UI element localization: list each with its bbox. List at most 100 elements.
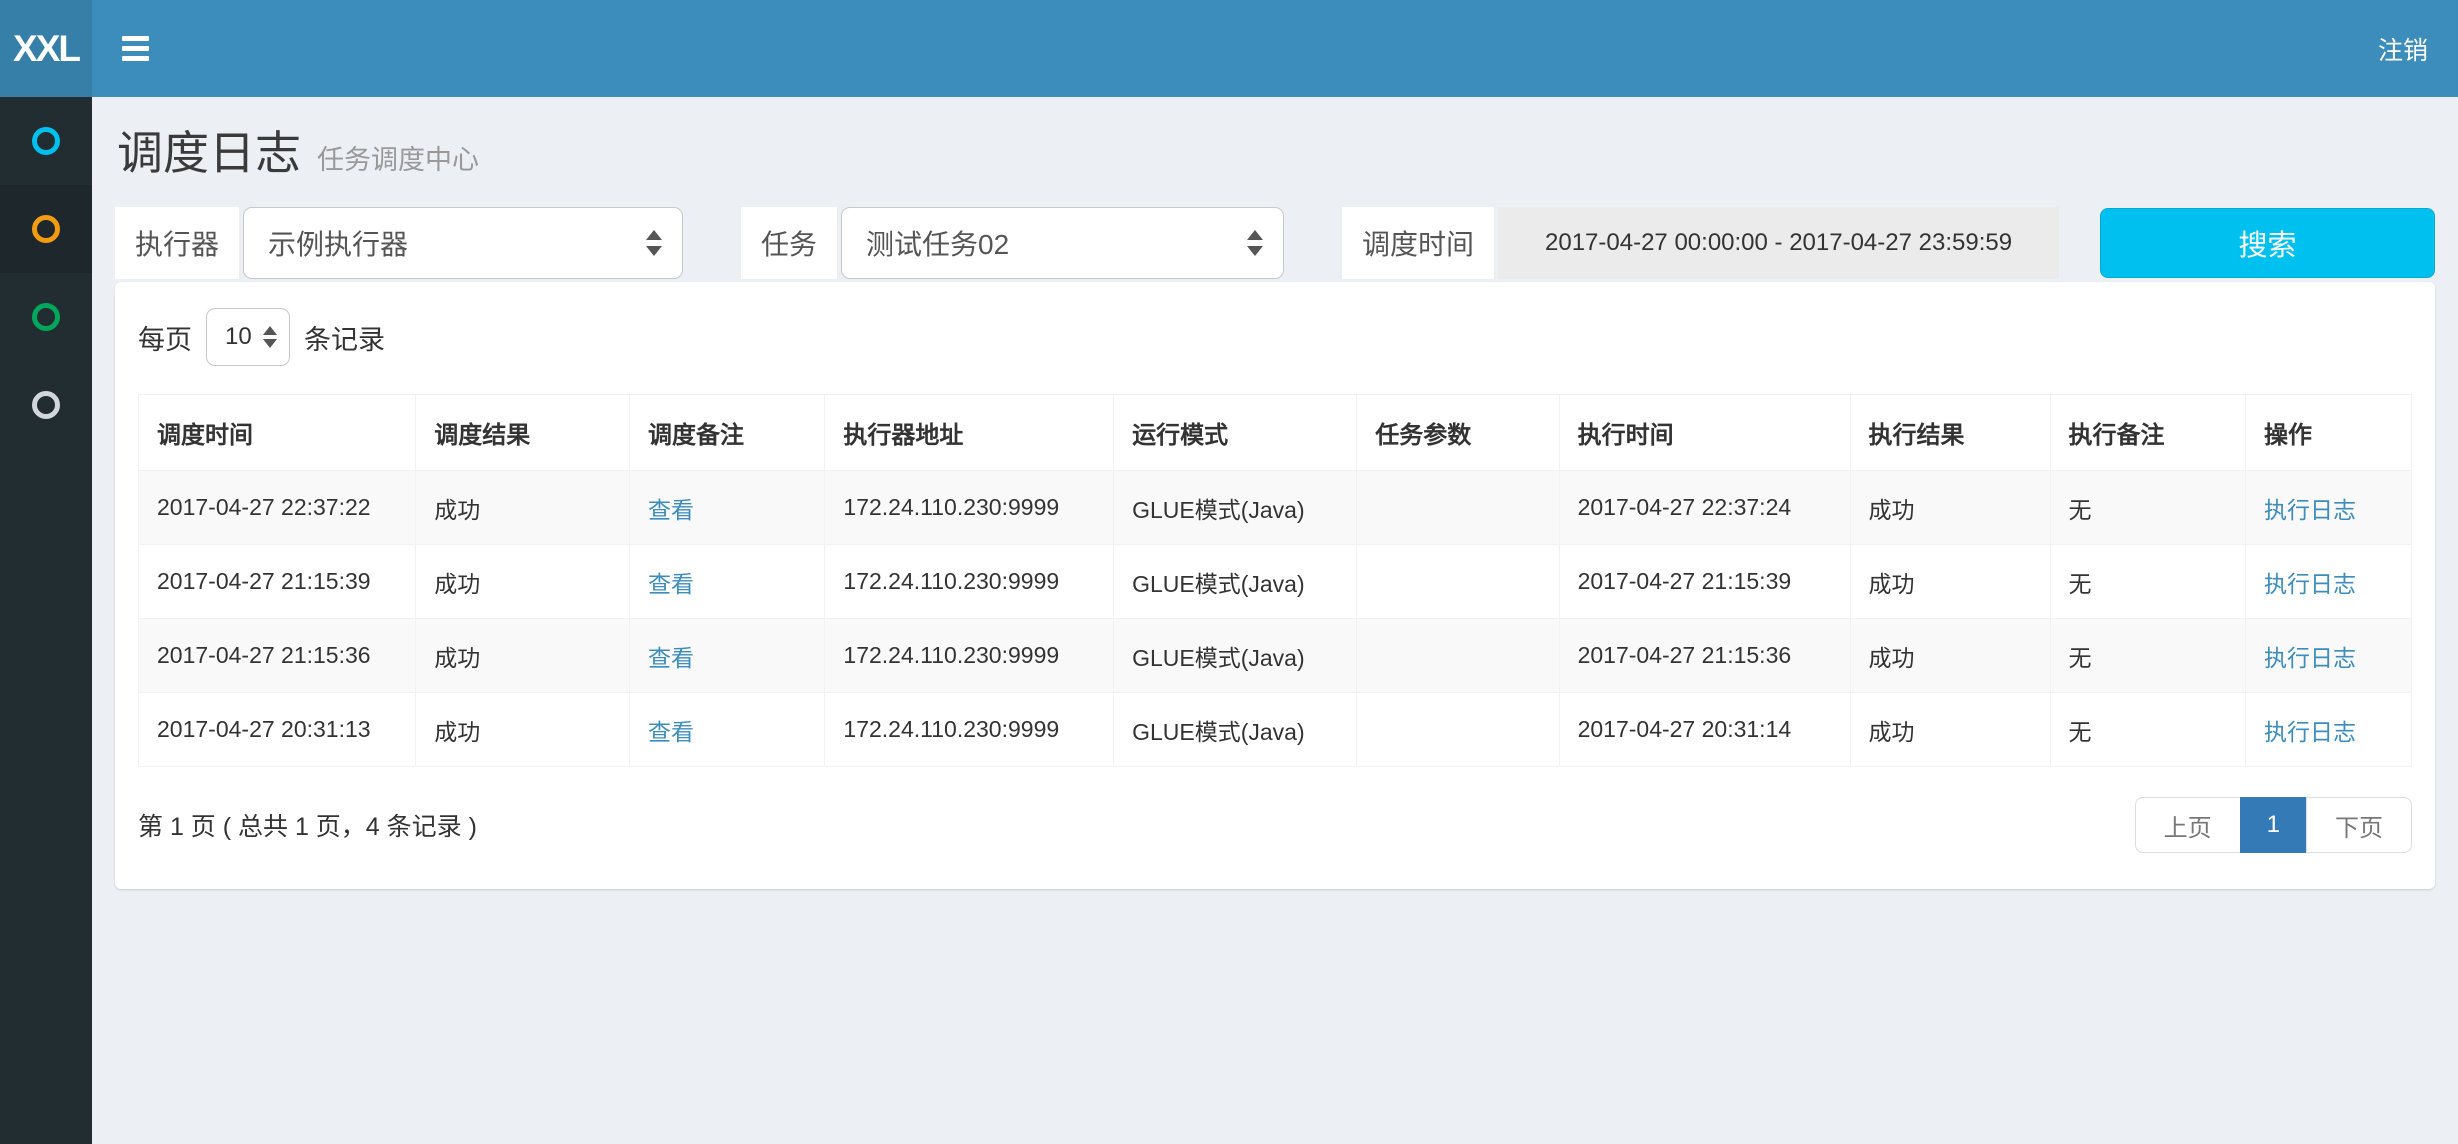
hamburger-icon (122, 36, 149, 41)
col-job-param: 任务参数 (1357, 395, 1559, 471)
current-page-button[interactable]: 1 (2240, 797, 2307, 853)
prev-page-button[interactable]: 上页 (2135, 797, 2241, 853)
sidebar-item-3[interactable] (0, 273, 92, 361)
col-handle-time: 执行时间 (1559, 395, 1850, 471)
table-row: 2017-04-27 21:15:36 成功 查看 172.24.110.230… (139, 619, 2412, 693)
cell-executor-address: 172.24.110.230:9999 (825, 471, 1114, 545)
log-panel: 每页 10 条记录 调度时间 调度结果 (115, 282, 2435, 889)
cell-handle-msg: 无 (2050, 619, 2245, 693)
cell-trigger-time: 2017-04-27 20:31:13 (139, 693, 416, 767)
sidebar-item-1[interactable] (0, 97, 92, 185)
cell-handle-msg: 无 (2050, 471, 2245, 545)
col-trigger-time: 调度时间 (139, 395, 416, 471)
cell-handle-time: 2017-04-27 20:31:14 (1559, 693, 1850, 767)
table-header-row: 调度时间 调度结果 调度备注 执行器地址 运行模式 任务参数 执行时间 执行结果… (139, 395, 2412, 471)
col-handle-result: 执行结果 (1850, 395, 2050, 471)
exec-log-link[interactable]: 执行日志 (2264, 645, 2356, 671)
table-row: 2017-04-27 21:15:39 成功 查看 172.24.110.230… (139, 545, 2412, 619)
filter-toolbar: 执行器 示例执行器 任务 测试任务02 调度时间 搜索 (115, 207, 2435, 279)
exec-log-link[interactable]: 执行日志 (2264, 719, 2356, 745)
col-trigger-result: 调度结果 (416, 395, 630, 471)
col-executor-address: 执行器地址 (825, 395, 1114, 471)
job-filter-label: 任务 (741, 207, 837, 279)
table-row: 2017-04-27 20:31:13 成功 查看 172.24.110.230… (139, 693, 2412, 767)
exec-log-link[interactable]: 执行日志 (2264, 497, 2356, 523)
search-button[interactable]: 搜索 (2100, 208, 2435, 278)
sidebar-toggle-button[interactable] (122, 36, 149, 61)
col-handle-msg: 执行备注 (2050, 395, 2245, 471)
page-size-value: 10 (225, 323, 252, 351)
cell-trigger-time: 2017-04-27 21:15:39 (139, 545, 416, 619)
sidebar (0, 97, 92, 1144)
cell-job-param (1357, 693, 1559, 767)
table-row: 2017-04-27 22:37:22 成功 查看 172.24.110.230… (139, 471, 2412, 545)
logout-link[interactable]: 注销 (2378, 31, 2428, 67)
cell-handle-result: 成功 (1850, 693, 2050, 767)
hamburger-icon (122, 46, 149, 51)
app-logo[interactable]: XXL (0, 0, 92, 97)
select-arrows-icon (263, 326, 277, 348)
time-filter-label: 调度时间 (1342, 207, 1494, 279)
page-size-select[interactable]: 10 (206, 308, 290, 366)
col-glue-type: 运行模式 (1114, 395, 1357, 471)
time-range-input[interactable] (1498, 207, 2059, 279)
cell-trigger-result: 成功 (416, 471, 630, 545)
job-select[interactable]: 测试任务02 (841, 207, 1284, 279)
cell-trigger-result: 成功 (416, 693, 630, 767)
cell-trigger-result: 成功 (416, 619, 630, 693)
time-filter-group: 调度时间 (1342, 207, 2059, 279)
sidebar-item-2-active[interactable] (0, 185, 92, 273)
exec-log-link[interactable]: 执行日志 (2264, 571, 2356, 597)
cell-job-param (1357, 619, 1559, 693)
page-size-row: 每页 10 条记录 (138, 308, 2412, 366)
trigger-msg-link[interactable]: 查看 (648, 645, 694, 671)
hamburger-icon (122, 56, 149, 61)
circle-icon (32, 127, 60, 155)
cell-executor-address: 172.24.110.230:9999 (825, 619, 1114, 693)
cell-glue-type: GLUE模式(Java) (1114, 693, 1357, 767)
pagination-row: 第 1 页 ( 总共 1 页，4 条记录 ) 上页 1 下页 (138, 797, 2412, 853)
cell-glue-type: GLUE模式(Java) (1114, 545, 1357, 619)
executor-filter-label: 执行器 (115, 207, 239, 279)
cell-handle-result: 成功 (1850, 471, 2050, 545)
executor-filter-group: 执行器 示例执行器 (115, 207, 683, 279)
page-header: 调度日志 任务调度中心 (115, 97, 2435, 183)
job-select-value: 测试任务02 (866, 223, 1009, 263)
cell-handle-time: 2017-04-27 21:15:39 (1559, 545, 1850, 619)
col-action: 操作 (2246, 395, 2412, 471)
cell-handle-msg: 无 (2050, 545, 2245, 619)
circle-icon (32, 391, 60, 419)
page-size-prefix: 每页 (138, 318, 192, 357)
col-trigger-msg: 调度备注 (629, 395, 824, 471)
cell-handle-msg: 无 (2050, 693, 2245, 767)
cell-handle-result: 成功 (1850, 619, 2050, 693)
dispatch-log-table: 调度时间 调度结果 调度备注 执行器地址 运行模式 任务参数 执行时间 执行结果… (138, 394, 2412, 767)
circle-icon (32, 303, 60, 331)
select-arrows-icon (646, 230, 662, 256)
cell-job-param (1357, 545, 1559, 619)
trigger-msg-link[interactable]: 查看 (648, 719, 694, 745)
executor-select[interactable]: 示例执行器 (243, 207, 683, 279)
next-page-button[interactable]: 下页 (2306, 797, 2412, 853)
trigger-msg-link[interactable]: 查看 (648, 571, 694, 597)
cell-trigger-result: 成功 (416, 545, 630, 619)
circle-icon (32, 215, 60, 243)
page-subtitle: 任务调度中心 (317, 138, 479, 177)
executor-select-value: 示例执行器 (268, 223, 408, 263)
top-bar: XXL 注销 (0, 0, 2458, 97)
select-arrows-icon (1247, 230, 1263, 256)
trigger-msg-link[interactable]: 查看 (648, 497, 694, 523)
cell-trigger-time: 2017-04-27 22:37:22 (139, 471, 416, 545)
content-area: 调度日志 任务调度中心 执行器 示例执行器 任务 测试任务02 调度时间 (92, 97, 2458, 1144)
sidebar-item-4[interactable] (0, 361, 92, 449)
cell-handle-result: 成功 (1850, 545, 2050, 619)
cell-glue-type: GLUE模式(Java) (1114, 619, 1357, 693)
cell-trigger-time: 2017-04-27 21:15:36 (139, 619, 416, 693)
navbar: 注销 (92, 0, 2458, 97)
main-layout: 调度日志 任务调度中心 执行器 示例执行器 任务 测试任务02 调度时间 (0, 97, 2458, 1144)
page-size-suffix: 条记录 (304, 318, 385, 357)
cell-job-param (1357, 471, 1559, 545)
page-title: 调度日志 (117, 117, 301, 183)
cell-handle-time: 2017-04-27 21:15:36 (1559, 619, 1850, 693)
pager: 上页 1 下页 (2135, 797, 2412, 853)
